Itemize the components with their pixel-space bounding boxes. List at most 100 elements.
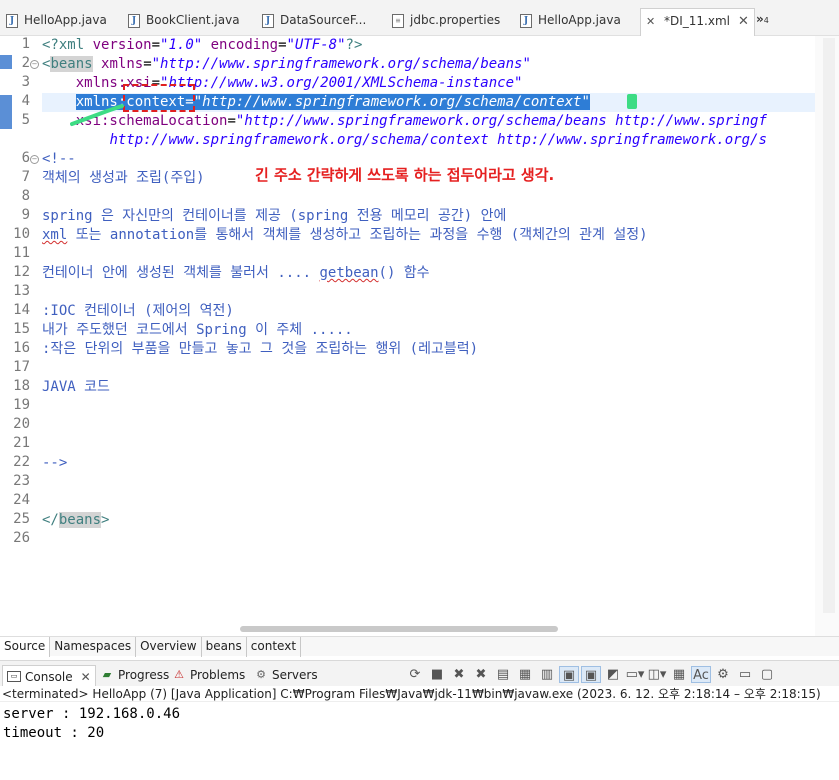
code-line: :작은 단위의 부품을 만들고 놓고 그 것을 조립하는 행위 (레고블럭) <box>42 341 479 357</box>
line-number: 19 <box>13 397 30 413</box>
clear-console-icon[interactable]: ▤ <box>493 666 513 683</box>
tab-di11-xml[interactable]: ✕ *DI_11.xml ✕ <box>640 8 755 37</box>
tab-console[interactable]: ▭ Console ✕ <box>2 665 96 687</box>
console-icon: ▭ <box>7 671 21 682</box>
line-number: 15 <box>13 321 30 337</box>
line-number: 21 <box>13 435 30 451</box>
line-number: 16 <box>13 340 30 356</box>
tab-beans[interactable]: beans <box>202 637 247 657</box>
line-number: 11 <box>13 245 30 261</box>
tab-overflow-button[interactable]: »4 <box>756 12 769 26</box>
tab-overview[interactable]: Overview <box>136 637 202 657</box>
tab-source[interactable]: Source <box>0 637 51 657</box>
line-number: 26 <box>13 530 30 546</box>
terminate-icon[interactable]: ■ <box>427 666 447 683</box>
word-wrap-icon[interactable]: ▥ <box>537 666 557 683</box>
code-area[interactable]: <?xml version="1.0" encoding="UTF-8"?> <… <box>42 36 815 636</box>
annotation-green-marker <box>627 94 637 109</box>
line-number: 4 <box>21 93 30 109</box>
code-line: <?xml version="1.0" encoding="UTF-8"?> <box>42 37 363 53</box>
minimize-icon[interactable]: ▭ <box>735 666 755 683</box>
show-on-error-icon[interactable]: ▣ <box>581 666 601 683</box>
line-number: 14 <box>13 302 30 318</box>
remove-all-icon[interactable]: ✖ <box>471 666 491 683</box>
code-line: http://www.springframework.org/schema/co… <box>109 132 767 148</box>
properties-file-icon: ≡ <box>392 14 404 28</box>
line-number: 18 <box>13 378 30 394</box>
line-number: 10 <box>13 226 30 242</box>
lock-scroll-icon[interactable]: ⟳ <box>405 666 425 683</box>
code-line: <beans xmlns="http://www.springframework… <box>42 56 531 72</box>
console-output[interactable]: server : 192.168.0.46 timeout : 20 <box>0 702 839 780</box>
maximize-icon[interactable]: ▢ <box>757 666 777 683</box>
tab-label: jdbc.properties <box>410 13 501 27</box>
tab-label: Servers <box>272 668 318 682</box>
editor-page-tabs: Source Namespaces Overview beans context <box>0 636 839 657</box>
java-file-icon: J <box>128 14 140 28</box>
code-line: spring 은 자신만의 컨테이너를 제공 (spring 전용 메모리 공간… <box>42 208 507 224</box>
fold-collapse-icon[interactable]: − <box>30 155 39 164</box>
servers-icon: ⚙ <box>256 668 266 681</box>
tab-label: HelloApp.java <box>538 13 621 27</box>
tab-datasource-java[interactable]: J DataSourceF... <box>262 8 366 36</box>
display-console-icon[interactable]: ▭▾ <box>625 666 645 683</box>
vertical-scrollbar[interactable] <box>815 36 839 636</box>
console-line: server : 192.168.0.46 <box>3 706 181 722</box>
close-icon[interactable]: ✕ <box>738 14 749 29</box>
line-number: 2 <box>21 55 30 71</box>
tab-problems[interactable]: ⚠ Problems <box>172 665 245 685</box>
open-console-icon[interactable]: ◫▾ <box>647 666 667 683</box>
line-number: 20 <box>13 416 30 432</box>
line-number: 3 <box>21 74 30 90</box>
console-line: timeout : 20 <box>3 725 105 741</box>
line-number: 24 <box>13 492 30 508</box>
console-panel-bar: ▭ Console ✕ ▰ Progress ⚠ Problems ⚙ Serv… <box>0 660 839 687</box>
spell-check-icon[interactable]: Ac <box>691 666 711 683</box>
code-line: <!-- <box>42 151 76 167</box>
tab-namespaces[interactable]: Namespaces <box>50 637 137 657</box>
remove-launch-icon[interactable]: ✖ <box>449 666 469 683</box>
line-number: 9 <box>21 207 30 223</box>
line-number: 22 <box>13 454 30 470</box>
tab-label: HelloApp.java <box>24 13 107 27</box>
line-number: 17 <box>13 359 30 375</box>
line-number: 5 <box>21 112 30 128</box>
pin-console-icon[interactable]: ◩ <box>603 666 623 683</box>
tab-progress[interactable]: ▰ Progress <box>100 665 169 685</box>
tab-helloapp-java-2[interactable]: J HelloApp.java <box>520 8 621 36</box>
code-line: 내가 주도했던 코드에서 Spring 이 주체 ..... <box>42 322 353 338</box>
xml-editor[interactable]: 1 2 3 4 5 6 7 8 9 10 11 12 13 14 15 16 1… <box>0 36 839 636</box>
line-number: 8 <box>21 188 30 204</box>
tab-jdbc-properties[interactable]: ≡ jdbc.properties <box>392 8 500 36</box>
close-icon[interactable]: ✕ <box>81 670 91 684</box>
tab-helloapp-java[interactable]: J HelloApp.java <box>6 8 107 36</box>
tab-context[interactable]: context <box>247 637 302 657</box>
java-file-icon: J <box>262 14 274 28</box>
code-line: </beans> <box>42 512 110 528</box>
console-toolbar: ⟳ ■ ✖ ✖ ▤ ▦ ▥ ▣ ▣ ◩ ▭▾ ◫▾ ▦ Ac ⚙ ▭ ▢ <box>405 666 779 683</box>
tab-servers[interactable]: ⚙ Servers <box>254 665 318 685</box>
tab-bookclient-java[interactable]: J BookClient.java <box>128 8 240 36</box>
show-on-output-icon[interactable]: ▣ <box>559 666 579 683</box>
progress-icon: ▰ <box>102 668 112 681</box>
scroll-lock-icon[interactable]: ▦ <box>515 666 535 683</box>
line-number: 12 <box>13 264 30 280</box>
line-number: 13 <box>13 283 30 299</box>
scrollbar-thumb[interactable] <box>823 38 835 613</box>
tab-label: Console <box>25 669 73 684</box>
code-line: xmlns:xsi="http://www.w3.org/2001/XMLSch… <box>75 75 523 91</box>
tab-label: *DI_11.xml <box>664 14 730 28</box>
code-line: 컨테이너 안에 생성된 객체를 불러서 .... getbean() 함수 <box>42 265 430 281</box>
annotation-note: 긴 주소 간략하게 쓰도록 하는 접두어라고 생각. <box>255 166 555 184</box>
tab-label: DataSourceF... <box>280 13 367 27</box>
problems-icon: ⚠ <box>174 668 184 681</box>
view-menu-icon[interactable]: ▦ <box>669 666 689 683</box>
settings-gear-icon[interactable]: ⚙ <box>713 666 733 683</box>
java-file-icon: J <box>6 14 18 28</box>
xml-file-icon: ✕ <box>646 15 656 28</box>
line-number: 23 <box>13 473 30 489</box>
code-line: :IOC 컨테이너 (제어의 역전) <box>42 303 234 319</box>
tab-label: Problems <box>190 668 246 682</box>
fold-collapse-icon[interactable]: − <box>30 60 39 69</box>
horizontal-scrollbar-thumb[interactable] <box>240 626 558 632</box>
